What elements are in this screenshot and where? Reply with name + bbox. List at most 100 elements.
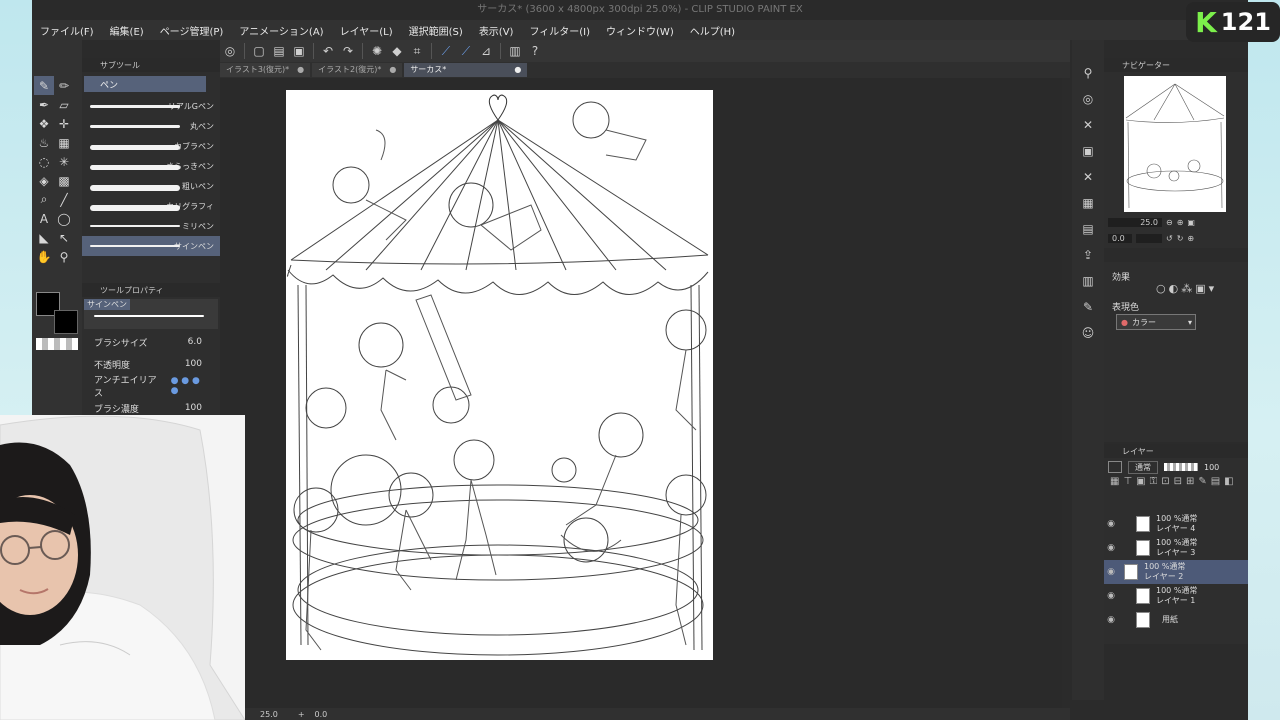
camera-icon[interactable]: ▣ (1077, 140, 1099, 162)
navigator-preview[interactable] (1124, 76, 1226, 212)
brush-item[interactable]: さらっきペン (82, 156, 220, 176)
brush-item[interactable]: 粗いペン (82, 176, 220, 196)
magic-wand-icon[interactable]: ✳ (54, 152, 74, 171)
redo-icon[interactable]: ↷ (340, 43, 356, 59)
operation-tool-icon[interactable]: ↖ (54, 228, 74, 247)
tab-illust3[interactable]: イラスト3(復元)* ● (220, 63, 311, 77)
effects-icons[interactable]: ○◐⁂▣▾ (1156, 282, 1217, 295)
rotate-right-icon[interactable]: ↻ (1177, 234, 1184, 243)
opacity-value[interactable]: 100 (185, 359, 202, 369)
transform-icon[interactable]: ⌗ (409, 43, 425, 59)
brush-tool-icon[interactable]: ✒ (34, 95, 54, 114)
person-icon[interactable]: ☺ (1077, 322, 1099, 344)
eye-icon[interactable]: ◉ (1104, 591, 1118, 601)
gradient-tool-icon[interactable]: ▩ (54, 171, 74, 190)
layer-row-selected[interactable]: ◉ 100 %通常 レイヤー 2 (1104, 560, 1248, 584)
hand-tool-icon[interactable]: ✋ (34, 247, 54, 266)
rotate-slider[interactable] (1136, 234, 1162, 243)
pencil-tool-icon[interactable]: ✏ (54, 76, 74, 95)
brush-item[interactable]: カブラペン (82, 136, 220, 156)
transparent-swatch[interactable] (36, 338, 78, 350)
zoom-tool-icon[interactable]: ⌕ (34, 190, 54, 209)
menu-file[interactable]: ファイル(F) (32, 23, 102, 38)
close-icon[interactable]: ✕ (1077, 114, 1099, 136)
close-icon[interactable]: ✕ (1077, 166, 1099, 188)
rotate-left-icon[interactable]: ↺ (1166, 234, 1173, 243)
page-icon[interactable]: ▥ (1077, 270, 1099, 292)
blend-tool-icon[interactable]: ♨ (34, 133, 54, 152)
navigator-rotate[interactable]: 0.0 (1108, 234, 1132, 243)
layer-row[interactable]: ◉ 100 %通常 レイヤー 1 (1104, 584, 1248, 608)
open-file-icon[interactable]: ▤ (271, 43, 287, 59)
settings-icon[interactable]: ▥ (507, 43, 523, 59)
brush-item[interactable]: 丸ペン (82, 116, 220, 136)
move-tool-icon[interactable]: ✛ (54, 114, 74, 133)
menu-page[interactable]: ページ管理(P) (152, 23, 232, 38)
blend-mode-select[interactable]: 通常 (1128, 460, 1158, 474)
opacity-row[interactable]: 不透明度 100 (82, 353, 220, 375)
pen-tool-icon[interactable]: ✎ (34, 76, 54, 95)
correct-line-tool-icon[interactable]: ◣ (34, 228, 54, 247)
brush-item[interactable]: リアルGペン (82, 96, 220, 116)
layer-opacity-value[interactable]: 100 (1204, 463, 1219, 472)
brush-item[interactable]: カリグラフィ (82, 196, 220, 216)
opacity-slider[interactable] (1164, 463, 1198, 471)
tab-circus[interactable]: サーカス* ● (404, 63, 528, 77)
rotate-value[interactable]: 0.0 (315, 710, 328, 719)
zoom-out-icon[interactable]: ⊖ (1166, 218, 1173, 227)
edit-icon[interactable]: ✎ (1077, 296, 1099, 318)
menu-window[interactable]: ウィンドウ(W) (598, 23, 682, 38)
text-tool-icon[interactable]: A (34, 209, 54, 228)
menu-edit[interactable]: 編集(E) (102, 23, 152, 38)
fit-icon[interactable]: ▣ (1187, 218, 1195, 227)
decoration-tool-icon[interactable]: ❖ (34, 114, 54, 133)
grid-icon[interactable]: ▦ (1077, 192, 1099, 214)
material-icon[interactable]: ⚲ (1077, 62, 1099, 84)
menu-help[interactable]: ヘルプ(H) (682, 23, 743, 38)
eye-icon[interactable]: ◉ (1104, 567, 1118, 577)
lasso-tool-icon[interactable]: ◌ (34, 152, 54, 171)
clear-icon[interactable]: ✺ (369, 43, 385, 59)
sub-color-swatch[interactable] (54, 310, 78, 334)
brush-size-row[interactable]: ブラシサイズ 6.0 (82, 331, 220, 353)
menu-filter[interactable]: フィルター(I) (521, 23, 598, 38)
menu-layer[interactable]: レイヤー(L) (332, 23, 401, 38)
document-icon[interactable]: ▤ (1077, 218, 1099, 240)
menu-selection[interactable]: 選択範囲(S) (401, 23, 471, 38)
fill-tool-icon[interactable]: ◈ (34, 171, 54, 190)
expression-color-select[interactable]: ● カラー ▾ (1116, 314, 1196, 330)
undo-icon[interactable]: ↶ (320, 43, 336, 59)
menu-animation[interactable]: アニメーション(A) (231, 23, 331, 38)
save-icon[interactable]: ▣ (291, 43, 307, 59)
brush-item[interactable]: ミリペン (82, 216, 220, 236)
eye-icon[interactable]: ◉ (1104, 519, 1118, 529)
antialias-options-icon[interactable]: ● ● ● ● (171, 376, 210, 396)
layer-toolbar[interactable]: ▦⊤▣⚿⊡⊟⊞✎▤◧ (1104, 476, 1248, 512)
clip-studio-icon[interactable]: ◎ (222, 43, 238, 59)
tab-illust2[interactable]: イラスト2(復元)* ● (312, 63, 403, 77)
line-tool-icon[interactable]: ╱ (54, 190, 74, 209)
close-icon[interactable]: ● (389, 63, 396, 77)
snap-grid-icon[interactable]: ⊿ (478, 43, 494, 59)
reset-rotate-icon[interactable]: ⊕ (1187, 234, 1194, 243)
canvas-paper[interactable] (286, 90, 713, 660)
layer-row[interactable]: ◉ 100 %通常 レイヤー 3 (1104, 536, 1248, 560)
close-icon[interactable]: ● (297, 63, 304, 77)
balloon-tool-icon[interactable]: ◯ (54, 209, 74, 228)
brush-size-value[interactable]: 6.0 (188, 337, 202, 347)
layer-row-paper[interactable]: ◉ 用紙 (1104, 608, 1248, 632)
eye-icon[interactable]: ◉ (1104, 615, 1118, 625)
snap-special-ruler-icon[interactable]: ⟋ (458, 43, 474, 59)
eraser-tool-icon[interactable]: ▱ (54, 95, 74, 114)
menu-view[interactable]: 表示(V) (471, 23, 522, 38)
help-icon[interactable]: ? (527, 43, 543, 59)
zoom-in-icon[interactable]: ⊕ (1177, 218, 1184, 227)
layer-color-icon[interactable] (1108, 461, 1122, 473)
density-value[interactable]: 100 (185, 403, 202, 413)
snap-ruler-icon[interactable]: ⟋ (438, 43, 454, 59)
layer-row[interactable]: ◉ 100 %通常 レイヤー 4 (1104, 512, 1248, 536)
zoom-in-icon[interactable]: + (298, 710, 305, 719)
new-file-icon[interactable]: ▢ (251, 43, 267, 59)
search-icon[interactable]: ◎ (1077, 88, 1099, 110)
antialias-row[interactable]: アンチエイリアス ● ● ● ● (82, 375, 220, 399)
